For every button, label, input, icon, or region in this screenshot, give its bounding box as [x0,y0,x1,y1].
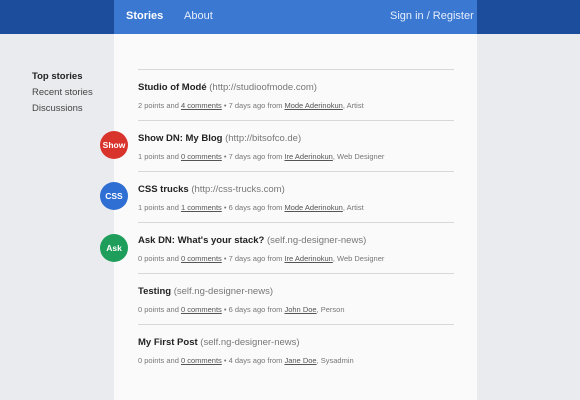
story-title-line: Show DN: My Blog (http://bitsofco.de) [138,133,301,144]
story-meta: 0 points and 0 comments • 7 days ago fro… [138,254,384,263]
story-item: Show DN: My Blog (http://bitsofco.de) 1 … [138,120,454,171]
story-domain: (self.ng-designer-news) [200,337,300,348]
story-item: Ask DN: What's your stack? (self.ng-desi… [138,222,454,273]
story-points: 0 points and [138,254,181,263]
story-author-link[interactable]: John Doe [284,305,316,314]
story-comments-link[interactable]: 4 comments [181,101,222,110]
story-points: 1 points and [138,203,181,212]
story-age: • 6 days ago from [221,305,285,314]
story-comments-link[interactable]: 0 comments [181,254,222,263]
story-author-role: , Artist [342,203,364,212]
story-title-line: Studio of Modé (http://studioofmode.com) [138,82,317,93]
story-domain: (http://css-trucks.com) [191,184,285,195]
story-title-line: My First Post (self.ng-designer-news) [138,337,300,348]
story-comments-link[interactable]: 0 comments [181,356,222,365]
story-meta: 0 points and 0 comments • 4 days ago fro… [138,356,354,365]
story-author-link[interactable]: Mode Aderinokun [284,203,342,212]
story-author-role: , Sysadmin [316,356,354,365]
story-title-link[interactable]: Testing [138,286,171,297]
story-domain: (http://bitsofco.de) [225,133,302,144]
story-title-link[interactable]: CSS trucks [138,184,189,195]
story-author-role: , Person [316,305,345,314]
story-title-link[interactable]: My First Post [138,337,198,348]
story-title-line: CSS trucks (http://css-trucks.com) [138,184,285,195]
story-title-link[interactable]: Ask DN: What's your stack? [138,235,264,246]
sidebar-item-top-stories[interactable]: Top stories [32,69,93,85]
nav-stories-link[interactable]: Stories [126,10,163,22]
story-domain: (http://studioofmode.com) [209,82,317,93]
story-title-line: Ask DN: What's your stack? (self.ng-desi… [138,235,366,246]
show-badge-icon: Show [100,131,128,159]
css-badge-icon: CSS [100,182,128,210]
story-title-link[interactable]: Show DN: My Blog [138,133,222,144]
sidebar: Top stories Recent stories Discussions [32,69,93,117]
story-domain: (self.ng-designer-news) [173,286,273,297]
story-points: 0 points and [138,305,181,314]
story-title-line: Testing (self.ng-designer-news) [138,286,273,297]
ask-badge-icon: Ask [100,234,128,262]
story-author-role: , Web Designer [332,254,385,263]
story-author-link[interactable]: Ire Aderinokun [284,152,332,161]
story-author-role: , Web Designer [332,152,385,161]
story-author-link[interactable]: Jane Doe [284,356,316,365]
story-meta: 1 points and 0 comments • 7 days ago fro… [138,152,384,161]
sidebar-item-discussions[interactable]: Discussions [32,101,93,117]
sign-in-register-link[interactable]: Sign in / Register [390,10,474,22]
story-comments-link[interactable]: 0 comments [181,152,222,161]
story-age: • 4 days ago from [221,356,285,365]
nav-about-link[interactable]: About [184,10,213,22]
story-age: • 6 days ago from [221,203,285,212]
story-comments-link[interactable]: 0 comments [181,305,222,314]
sidebar-item-recent-stories[interactable]: Recent stories [32,85,93,101]
story-meta: 2 points and 4 comments • 7 days ago fro… [138,101,364,110]
story-comments-link[interactable]: 1 comments [181,203,222,212]
story-domain: (self.ng-designer-news) [266,235,367,246]
story-age: • 7 days ago from [221,101,285,110]
story-item: My First Post (self.ng-designer-news) 0 … [138,324,454,375]
story-author-link[interactable]: Ire Aderinokun [284,254,332,263]
story-item: Studio of Modé (http://studioofmode.com)… [138,69,454,120]
story-meta: 1 points and 1 comments • 6 days ago fro… [138,203,364,212]
story-points: 0 points and [138,356,181,365]
story-author-role: , Artist [342,101,364,110]
story-age: • 7 days ago from [221,254,285,263]
story-points: 2 points and [138,101,181,110]
story-points: 1 points and [138,152,181,161]
story-item: CSS trucks (http://css-trucks.com) 1 poi… [138,171,454,222]
story-title-link[interactable]: Studio of Modé [138,82,207,93]
story-meta: 0 points and 0 comments • 6 days ago fro… [138,305,345,314]
story-age: • 7 days ago from [221,152,285,161]
story-author-link[interactable]: Mode Aderinokun [284,101,342,110]
story-item: Testing (self.ng-designer-news) 0 points… [138,273,454,324]
